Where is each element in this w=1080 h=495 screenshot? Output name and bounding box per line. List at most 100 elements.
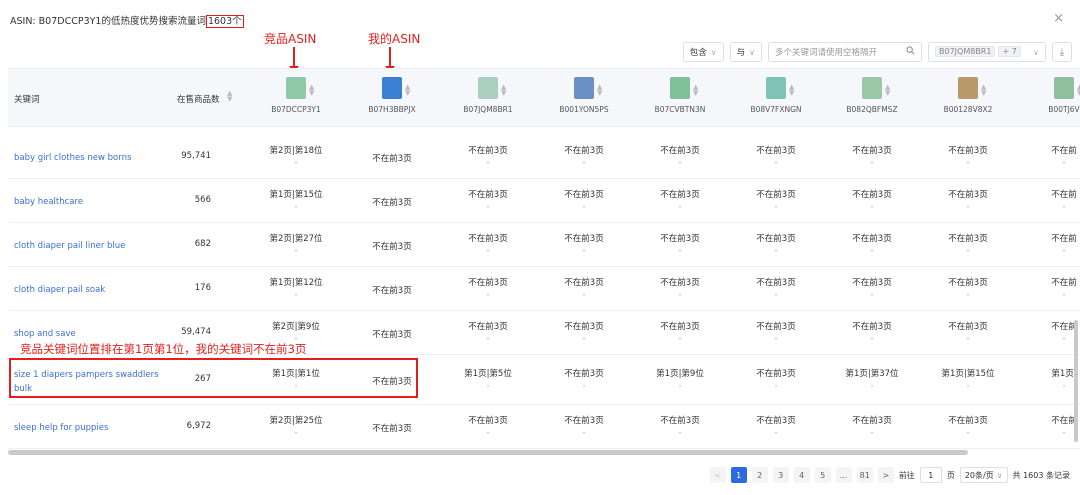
page-ellipsis[interactable]: ... bbox=[835, 467, 852, 483]
keyword-link[interactable]: shop and save bbox=[14, 327, 76, 341]
th-asin[interactable]: ▲ ▼ B00128V8X2 bbox=[920, 69, 1016, 127]
rank-value: 不在前3页 bbox=[660, 234, 700, 244]
horizontal-scrollbar[interactable] bbox=[8, 450, 968, 455]
vertical-scrollbar[interactable] bbox=[1074, 320, 1078, 442]
rank-cell: 不在前3页 - bbox=[536, 368, 632, 392]
page-button[interactable]: 1 bbox=[730, 467, 747, 483]
dialog-title: ASIN: B07DCCP3Y1的低热度优势搜索流量词 1603个 bbox=[10, 13, 244, 28]
rank-sub: - bbox=[870, 428, 874, 438]
product-thumbnail bbox=[766, 77, 786, 99]
keyword-link[interactable]: cloth diaper pail soak bbox=[14, 283, 105, 297]
rank-cell: 不在前3页 - bbox=[728, 415, 824, 439]
total-count: 共 1603 条记录 bbox=[1012, 470, 1070, 480]
rank-sub: - bbox=[294, 202, 298, 212]
th-asin[interactable]: ▲ ▼ B08V7FXNGN bbox=[728, 69, 824, 127]
rank-sub: - bbox=[1062, 202, 1066, 212]
listing-count: 59,474 bbox=[181, 327, 211, 337]
rank-sub: - bbox=[486, 334, 490, 344]
th-count[interactable]: 在售商品数 ▲ ▼ bbox=[168, 69, 248, 127]
th-keyword: 关键词 bbox=[8, 69, 168, 127]
th-asin[interactable]: ▲ ▼ B07H3BBPJX bbox=[344, 69, 440, 127]
rank-sub: - bbox=[678, 202, 682, 212]
keyword-search-input[interactable]: 多个关键词请使用空格隔开 bbox=[768, 42, 922, 62]
rank-sub: - bbox=[678, 246, 682, 256]
rank-value: 不在前3页 bbox=[948, 322, 988, 332]
asin-tag[interactable]: B07JQM8BR1 bbox=[935, 46, 996, 57]
rank-cell: 不在前3页 bbox=[372, 198, 412, 208]
page-button[interactable]: 5 bbox=[814, 467, 831, 483]
rank-sub: - bbox=[678, 290, 682, 300]
page-size-select[interactable]: 20条/页 ∨ bbox=[959, 467, 1008, 483]
rank-cell: 不在前3页 - bbox=[632, 277, 728, 301]
th-asin[interactable]: ▲▼B00TJ6V bbox=[1016, 69, 1080, 127]
rank-value: 不在前3页 bbox=[564, 146, 604, 156]
rank-sub: - bbox=[294, 290, 298, 300]
rank-sub: - bbox=[1062, 381, 1066, 391]
rank-sub: - bbox=[1062, 290, 1066, 300]
asin-more-tag[interactable]: + 7 bbox=[998, 46, 1021, 57]
rank-cell: 不在前3页 bbox=[372, 330, 412, 340]
sort-icon[interactable]: ▲▼ bbox=[501, 84, 506, 97]
rank-sub: - bbox=[582, 290, 586, 300]
rank-cell: 不在前 - bbox=[1016, 189, 1080, 213]
sort-icon[interactable]: ▲▼ bbox=[789, 84, 794, 97]
rank-cell: 不在前3页 - bbox=[728, 277, 824, 301]
page-button[interactable]: 3 bbox=[772, 467, 789, 483]
prev-page-button[interactable]: < bbox=[709, 467, 726, 483]
sort-icon[interactable]: ▲▼ bbox=[693, 84, 698, 97]
rank-value: 不在前3页 bbox=[564, 190, 604, 200]
title-prefix: ASIN: B07DCCP3Y1的低热度优势搜索流量词 bbox=[10, 16, 206, 27]
keyword-link[interactable]: sleep help for puppies bbox=[14, 421, 108, 435]
sort-icon[interactable]: ▲▼ bbox=[885, 84, 890, 97]
page-button[interactable]: 81 bbox=[856, 467, 873, 483]
keyword-link[interactable]: cloth diaper pail liner blue bbox=[14, 239, 125, 253]
close-icon[interactable]: × bbox=[1053, 11, 1064, 26]
rank-value: 第2页|第27位 bbox=[269, 234, 323, 244]
listing-count: 682 bbox=[194, 239, 211, 249]
logic-label: 与 bbox=[736, 48, 746, 58]
include-select[interactable]: 包含 ∨ bbox=[682, 42, 724, 62]
rank-cell: 不在前3页 - bbox=[440, 189, 536, 213]
page-button[interactable]: 2 bbox=[751, 467, 768, 483]
rank-sub: - bbox=[582, 381, 586, 391]
th-asin[interactable]: ▲ ▼ B082QBFMSZ bbox=[824, 69, 920, 127]
rank-cell: 不在前3页 bbox=[372, 286, 412, 296]
rank-value: 第2页|第18位 bbox=[269, 146, 323, 156]
rank-value: 不在前3页 bbox=[660, 278, 700, 288]
rank-sub: - bbox=[966, 202, 970, 212]
goto-page-input[interactable]: 1 bbox=[919, 467, 942, 483]
rank-cell: 不在前3页 - bbox=[920, 145, 1016, 169]
th-asin[interactable]: ▲ ▼ B001YON5PS bbox=[536, 69, 632, 127]
th-asin[interactable]: ▲ ▼ B07JQM8BR1 bbox=[440, 69, 536, 127]
rank-cell: 不在前3页 - bbox=[536, 145, 632, 169]
th-asin[interactable]: ▲ ▼ B07DCCP3Y1 bbox=[248, 69, 344, 127]
rank-value: 第1页|第5位 bbox=[464, 369, 512, 379]
keyword-link[interactable]: baby girl clothes new borns bbox=[14, 151, 131, 165]
keyword-link[interactable]: baby healthcare bbox=[14, 195, 83, 209]
rank-sub: - bbox=[486, 381, 490, 391]
include-label: 包含 bbox=[689, 48, 707, 58]
sort-icon[interactable]: ▲▼ bbox=[597, 84, 602, 97]
table-header: 关键词 在售商品数 ▲ ▼ ▲ ▼ B07DCCP3Y1 ▲ ▼ B07H3BBPJX ▲ ▼ B… bbox=[8, 69, 1080, 127]
rank-sub: - bbox=[966, 246, 970, 256]
logic-select[interactable]: 与 ∨ bbox=[729, 42, 762, 62]
sort-icon[interactable]: ▲▼ bbox=[227, 90, 232, 103]
asin-multi-select[interactable]: B07JQM8BR1 + 7 ∨ bbox=[928, 42, 1046, 62]
rank-value: 不在前3页 bbox=[468, 322, 508, 332]
download-button[interactable]: ⤓ bbox=[1052, 42, 1072, 62]
next-page-button[interactable]: > bbox=[877, 467, 894, 483]
rank-cell: 不在前3页 - bbox=[632, 415, 728, 439]
rank-sub: - bbox=[486, 246, 490, 256]
sort-icon[interactable]: ▲▼ bbox=[405, 84, 410, 97]
rank-value: 不在前3页 bbox=[948, 278, 988, 288]
rank-sub: - bbox=[582, 202, 586, 212]
sort-icon[interactable]: ▲▼ bbox=[981, 84, 986, 97]
page-button[interactable]: 4 bbox=[793, 467, 810, 483]
search-icon[interactable] bbox=[906, 46, 915, 58]
competitor-arrow bbox=[289, 47, 299, 73]
rank-cell: 第2页|第18位 - bbox=[248, 145, 344, 169]
rank-sub: - bbox=[966, 334, 970, 344]
pagination: < 1 2 3 4 5... 81 > 前往 1 页 20条/页 ∨ 共 1603 条记录 bbox=[709, 466, 1070, 484]
sort-icon[interactable]: ▲▼ bbox=[309, 84, 314, 97]
th-asin[interactable]: ▲ ▼ B07CVBTN3N bbox=[632, 69, 728, 127]
